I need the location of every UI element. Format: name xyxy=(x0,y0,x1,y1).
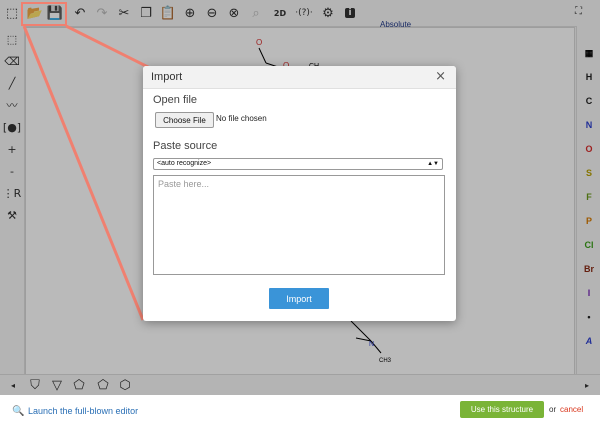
file-status-text: No file chosen xyxy=(216,114,267,123)
import-dialog: Import × Open file Choose File No file c… xyxy=(143,66,456,321)
magnifier-icon[interactable]: 🔍 xyxy=(12,406,24,417)
close-icon[interactable]: × xyxy=(435,69,446,84)
format-select[interactable]: <auto recognize> ▲▼ xyxy=(153,158,443,170)
footer-bar: 🔍 Launch the full-blown editor Use this … xyxy=(0,395,600,427)
paste-textarea[interactable]: Paste here... xyxy=(153,175,445,275)
select-arrows-icon: ▲▼ xyxy=(427,161,439,167)
launch-editor-link[interactable]: Launch the full-blown editor xyxy=(28,406,138,416)
highlight-box xyxy=(21,2,67,26)
use-structure-button[interactable]: Use this structure xyxy=(460,401,544,418)
or-text: or xyxy=(549,405,557,414)
import-button[interactable]: Import xyxy=(269,288,329,309)
paste-placeholder: Paste here... xyxy=(158,179,210,189)
open-file-label: Open file xyxy=(153,94,198,106)
dialog-title: Import xyxy=(151,71,183,83)
paste-source-label: Paste source xyxy=(153,140,218,152)
format-selected-value: <auto recognize> xyxy=(157,160,212,167)
dialog-header: Import × xyxy=(143,66,456,89)
choose-file-button[interactable]: Choose File xyxy=(155,112,214,128)
cancel-link[interactable]: cancel xyxy=(560,405,583,414)
